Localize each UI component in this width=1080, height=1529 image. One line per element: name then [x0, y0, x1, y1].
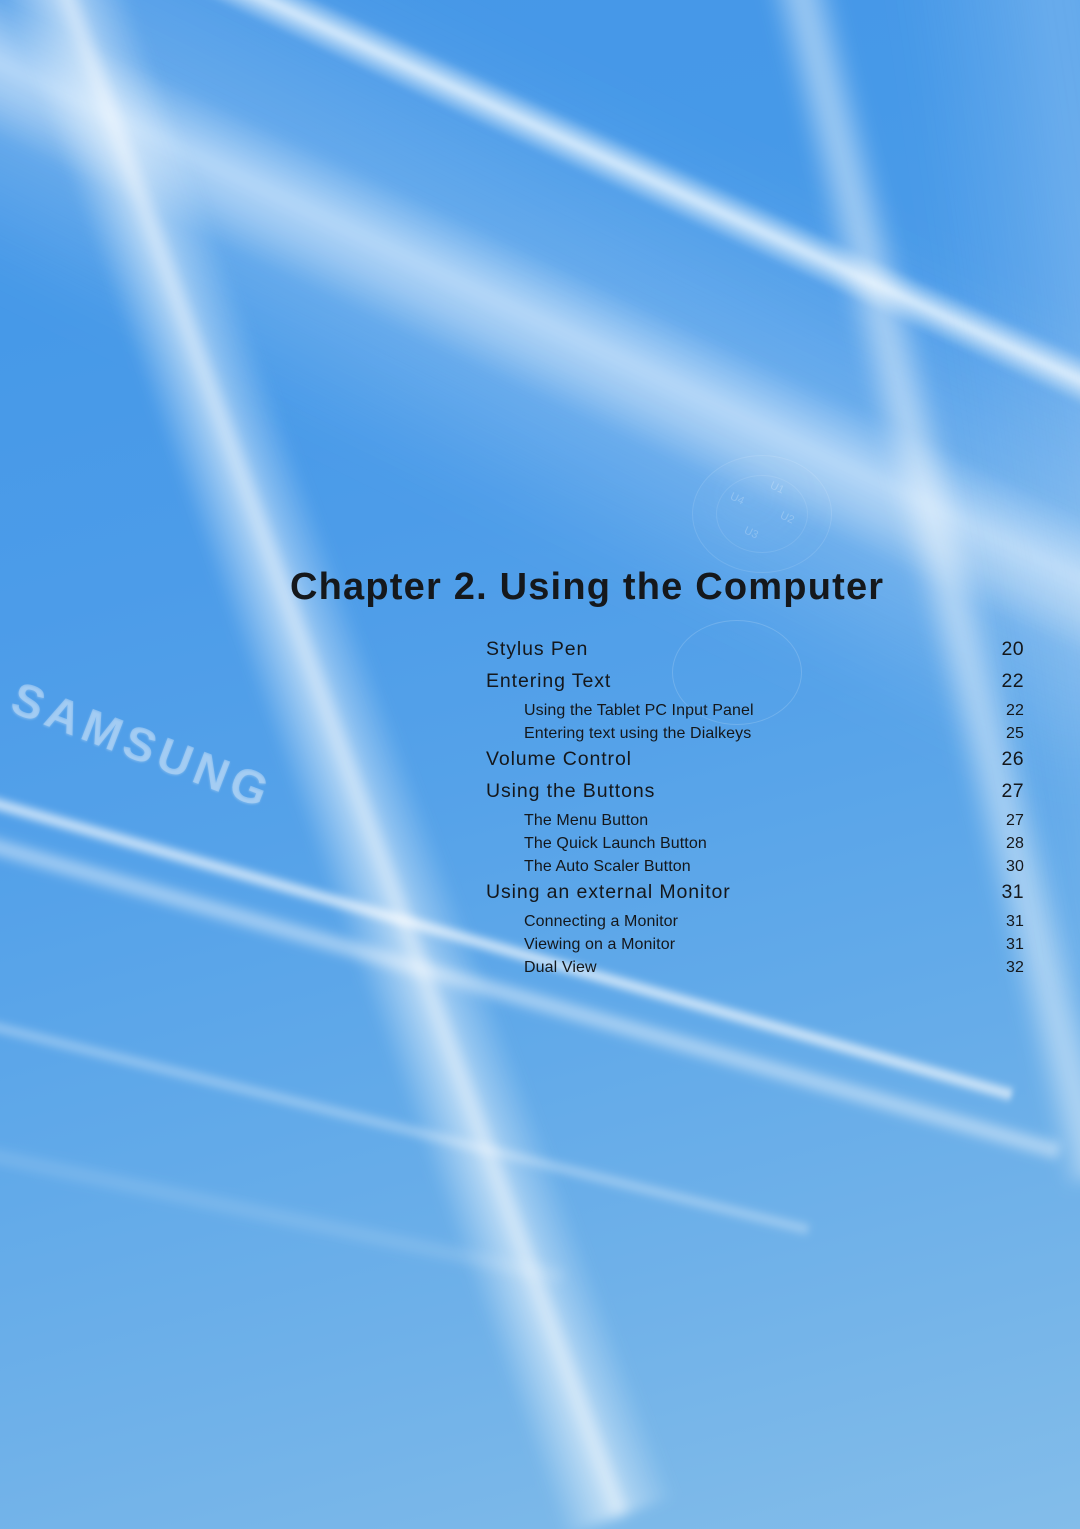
toc-entry-label: The Quick Launch Button [524, 835, 707, 852]
toc-entry-page-number: 20 [1001, 638, 1024, 660]
toc-entry-label: Stylus Pen [486, 638, 589, 660]
toc-entry-label: Using an external Monitor [486, 881, 731, 903]
dial-outer-ring [692, 455, 832, 573]
toc-subentry[interactable]: Dual View 32 [486, 959, 1024, 982]
toc-subentry[interactable]: The Menu Button 27 [486, 812, 1024, 835]
toc-subentry[interactable]: The Auto Scaler Button 30 [486, 858, 1024, 881]
device-sheen-thin-line [0, 0, 1080, 508]
toc-entry-label: Using the Tablet PC Input Panel [524, 702, 754, 719]
toc-subentry[interactable]: The Quick Launch Button 28 [486, 835, 1024, 858]
toc-entry-label: Connecting a Monitor [524, 913, 679, 930]
toc-entry-label: Viewing on a Monitor [524, 936, 676, 953]
reflection-streak [0, 1110, 564, 1286]
toc-entry[interactable]: Stylus Pen 20 [486, 638, 1024, 670]
dial-label-u1: U1 [768, 479, 786, 497]
toc-entry[interactable]: Using the Buttons 27 [486, 780, 1024, 812]
toc-entry-page-number: 32 [1006, 959, 1024, 976]
toc-entry-page-number: 27 [1006, 812, 1024, 829]
reflection-streak [0, 980, 811, 1238]
toc-subentry[interactable]: Connecting a Monitor 31 [486, 913, 1024, 936]
toc-entry-label: Dual View [524, 959, 597, 976]
manual-cover-page: SAMSUNG U1 U2 U3 U4 Chapter 2. Using the… [0, 0, 1080, 1529]
dial-label-u4: U4 [728, 490, 746, 508]
toc-entry-page-number: 22 [1006, 702, 1024, 719]
toc-entry-page-number: 26 [1001, 748, 1024, 770]
dial-control-watermark: U1 U2 U3 U4 [692, 455, 832, 573]
toc-entry[interactable]: Entering Text 22 [486, 670, 1024, 702]
toc-entry-page-number: 31 [1001, 881, 1024, 903]
toc-entry-page-number: 27 [1001, 780, 1024, 802]
chapter-title: Chapter 2. Using the Computer [290, 566, 885, 608]
dial-label-u3: U3 [742, 524, 760, 542]
toc-entry[interactable]: Volume Control 26 [486, 748, 1024, 780]
toc-entry-page-number: 30 [1006, 858, 1024, 875]
toc-entry-label: Volume Control [486, 748, 632, 770]
toc-entry-label: The Menu Button [524, 812, 649, 829]
dial-inner-ring [716, 475, 808, 553]
toc-entry-page-number: 22 [1001, 670, 1024, 692]
toc-entry-label: Entering Text [486, 670, 612, 692]
samsung-logo-watermark: SAMSUNG [4, 670, 281, 819]
page-content: Chapter 2. Using the Computer Stylus Pen… [0, 0, 1080, 1529]
toc-entry-label: Using the Buttons [486, 780, 656, 802]
dial-label-u2: U2 [778, 509, 796, 527]
toc-entry-page-number: 25 [1006, 725, 1024, 742]
toc-subentry[interactable]: Viewing on a Monitor 31 [486, 936, 1024, 959]
toc-entry-page-number: 31 [1006, 913, 1024, 930]
toc-entry-label: The Auto Scaler Button [524, 858, 691, 875]
toc-entry[interactable]: Using an external Monitor 31 [486, 881, 1024, 913]
toc-entry-page-number: 28 [1006, 835, 1024, 852]
toc-subentry[interactable]: Using the Tablet PC Input Panel 22 [486, 702, 1024, 725]
toc-subentry[interactable]: Entering text using the Dialkeys 25 [486, 725, 1024, 748]
toc-entry-label: Entering text using the Dialkeys [524, 725, 752, 742]
toc-entry-page-number: 31 [1006, 936, 1024, 953]
table-of-contents: Stylus Pen 20 Entering Text 22 Using the Tab… [486, 638, 1024, 982]
